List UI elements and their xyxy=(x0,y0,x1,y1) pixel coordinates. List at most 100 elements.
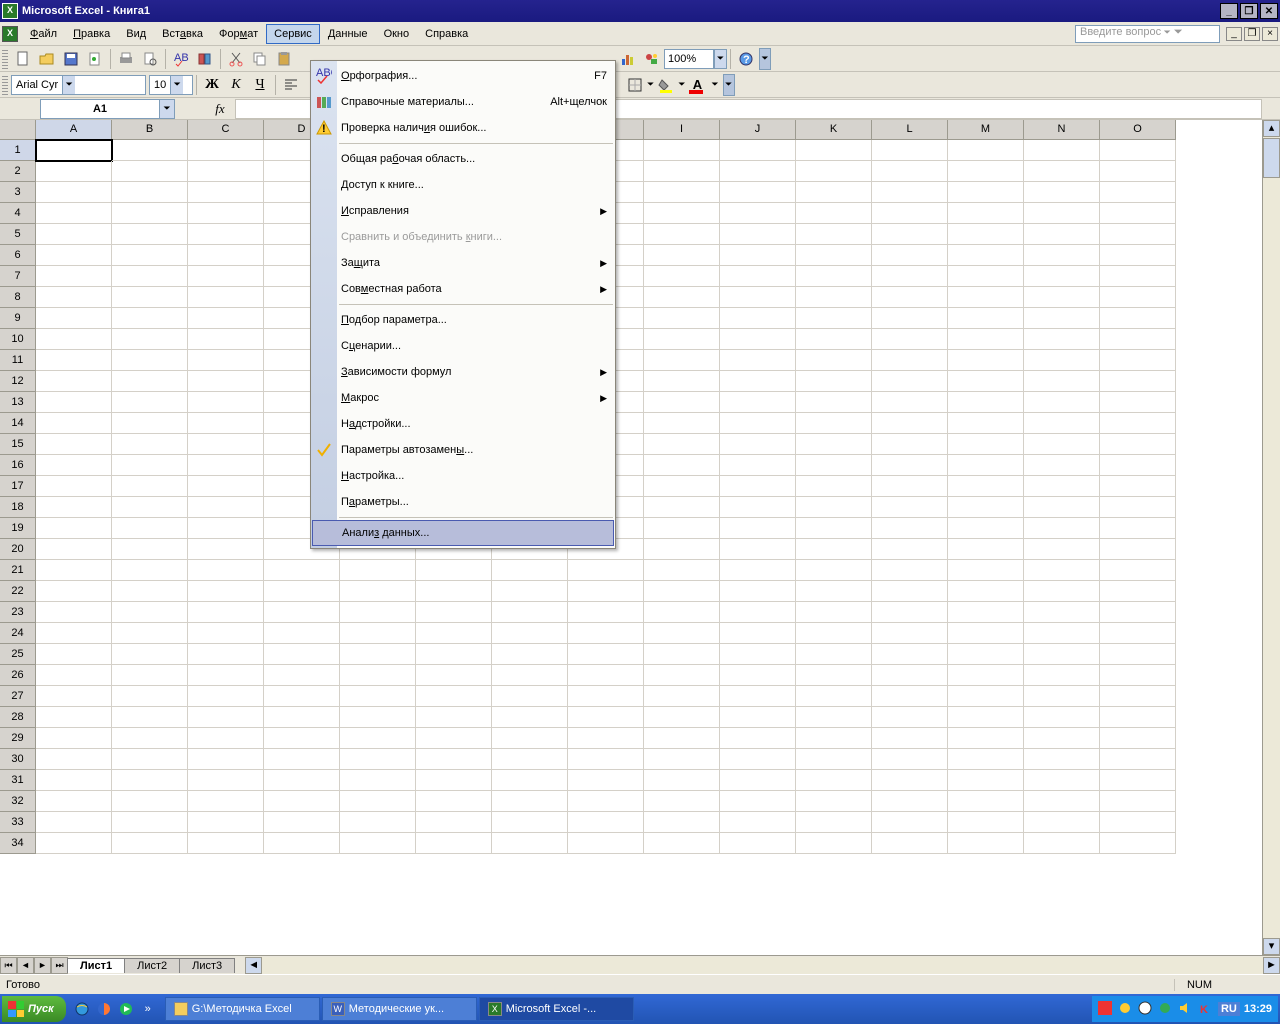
cell[interactable] xyxy=(340,749,416,770)
cell[interactable] xyxy=(36,707,112,728)
cell[interactable] xyxy=(1024,665,1100,686)
cell[interactable] xyxy=(112,791,188,812)
menu-view[interactable]: Вид xyxy=(118,24,154,44)
tab-last-button[interactable]: ⏭ xyxy=(51,957,68,974)
cell[interactable] xyxy=(416,833,492,854)
cell[interactable] xyxy=(264,602,340,623)
cell[interactable] xyxy=(644,203,720,224)
cell[interactable] xyxy=(264,644,340,665)
fx-button[interactable]: fx xyxy=(205,101,235,117)
cell[interactable] xyxy=(492,665,568,686)
cell[interactable] xyxy=(188,224,264,245)
cell[interactable] xyxy=(948,350,1024,371)
cell[interactable] xyxy=(796,476,872,497)
cell[interactable] xyxy=(644,749,720,770)
cell[interactable] xyxy=(720,413,796,434)
cell[interactable] xyxy=(796,833,872,854)
cell[interactable] xyxy=(720,497,796,518)
column-header-K[interactable]: K xyxy=(796,120,872,140)
cell[interactable] xyxy=(1024,812,1100,833)
cell[interactable] xyxy=(568,812,644,833)
cell[interactable] xyxy=(644,497,720,518)
cell[interactable] xyxy=(36,623,112,644)
sheet-tab-3[interactable]: Лист3 xyxy=(179,958,235,973)
cell[interactable] xyxy=(796,329,872,350)
cell[interactable] xyxy=(112,686,188,707)
cell[interactable] xyxy=(264,560,340,581)
cell[interactable] xyxy=(112,476,188,497)
cell[interactable] xyxy=(36,434,112,455)
cell[interactable] xyxy=(644,287,720,308)
cell[interactable] xyxy=(872,623,948,644)
cell[interactable] xyxy=(644,245,720,266)
cell[interactable] xyxy=(1100,602,1176,623)
toolbar-grip[interactable] xyxy=(2,75,8,95)
ie-icon[interactable] xyxy=(72,998,92,1020)
cell[interactable] xyxy=(416,602,492,623)
bold-button[interactable]: Ж xyxy=(201,74,223,96)
ql-more-icon[interactable]: » xyxy=(138,998,158,1020)
cell[interactable] xyxy=(720,602,796,623)
fill-color-dropdown[interactable]: ⏷ xyxy=(678,79,685,90)
cell[interactable] xyxy=(36,644,112,665)
cell[interactable] xyxy=(1100,245,1176,266)
align-left-icon[interactable] xyxy=(280,74,302,96)
cell[interactable] xyxy=(264,581,340,602)
cell[interactable] xyxy=(796,770,872,791)
cell[interactable] xyxy=(1024,455,1100,476)
cell[interactable] xyxy=(36,287,112,308)
row-header-21[interactable]: 21 xyxy=(0,560,36,581)
cell[interactable] xyxy=(492,560,568,581)
cell[interactable] xyxy=(1024,497,1100,518)
taskbar-item-folder[interactable]: G:\Методичка Excel xyxy=(165,997,320,1021)
cell[interactable] xyxy=(188,392,264,413)
cell[interactable] xyxy=(1024,434,1100,455)
row-header-17[interactable]: 17 xyxy=(0,476,36,497)
cell[interactable] xyxy=(36,560,112,581)
cell[interactable] xyxy=(644,686,720,707)
cell[interactable] xyxy=(1100,581,1176,602)
cell[interactable] xyxy=(872,182,948,203)
cell[interactable] xyxy=(112,770,188,791)
cell[interactable] xyxy=(720,287,796,308)
cell[interactable] xyxy=(720,770,796,791)
cell[interactable] xyxy=(1100,413,1176,434)
cell[interactable] xyxy=(188,518,264,539)
underline-button[interactable]: Ч xyxy=(249,74,271,96)
cell[interactable] xyxy=(36,182,112,203)
cell[interactable] xyxy=(872,518,948,539)
cell[interactable] xyxy=(872,602,948,623)
cell[interactable] xyxy=(1024,245,1100,266)
cell[interactable] xyxy=(948,539,1024,560)
clock[interactable]: 13:29 xyxy=(1244,1003,1272,1015)
cell[interactable] xyxy=(36,455,112,476)
cell[interactable] xyxy=(188,812,264,833)
cell[interactable] xyxy=(948,287,1024,308)
cell[interactable] xyxy=(112,560,188,581)
drawing-icon[interactable] xyxy=(641,48,663,70)
minimize-button[interactable]: _ xyxy=(1220,3,1238,19)
cell[interactable] xyxy=(948,392,1024,413)
cell[interactable] xyxy=(796,371,872,392)
cell[interactable] xyxy=(1100,728,1176,749)
menu-shared-workspace[interactable]: Общая рабочая область... xyxy=(311,146,615,172)
cell[interactable] xyxy=(112,350,188,371)
cell[interactable] xyxy=(492,581,568,602)
cell[interactable] xyxy=(948,413,1024,434)
cell[interactable] xyxy=(948,329,1024,350)
hscroll-left-button[interactable]: ◄ xyxy=(245,957,262,974)
cell[interactable] xyxy=(1100,434,1176,455)
cell[interactable] xyxy=(796,266,872,287)
cell[interactable] xyxy=(644,581,720,602)
vertical-scrollbar[interactable]: ▴ ▾ xyxy=(1262,120,1280,955)
cell[interactable] xyxy=(340,581,416,602)
cell[interactable] xyxy=(36,224,112,245)
cell[interactable] xyxy=(720,182,796,203)
cell[interactable] xyxy=(112,812,188,833)
cell[interactable] xyxy=(1100,623,1176,644)
cell[interactable] xyxy=(872,455,948,476)
cell[interactable] xyxy=(796,413,872,434)
cell[interactable] xyxy=(644,770,720,791)
cell[interactable] xyxy=(36,245,112,266)
cell[interactable] xyxy=(1024,161,1100,182)
